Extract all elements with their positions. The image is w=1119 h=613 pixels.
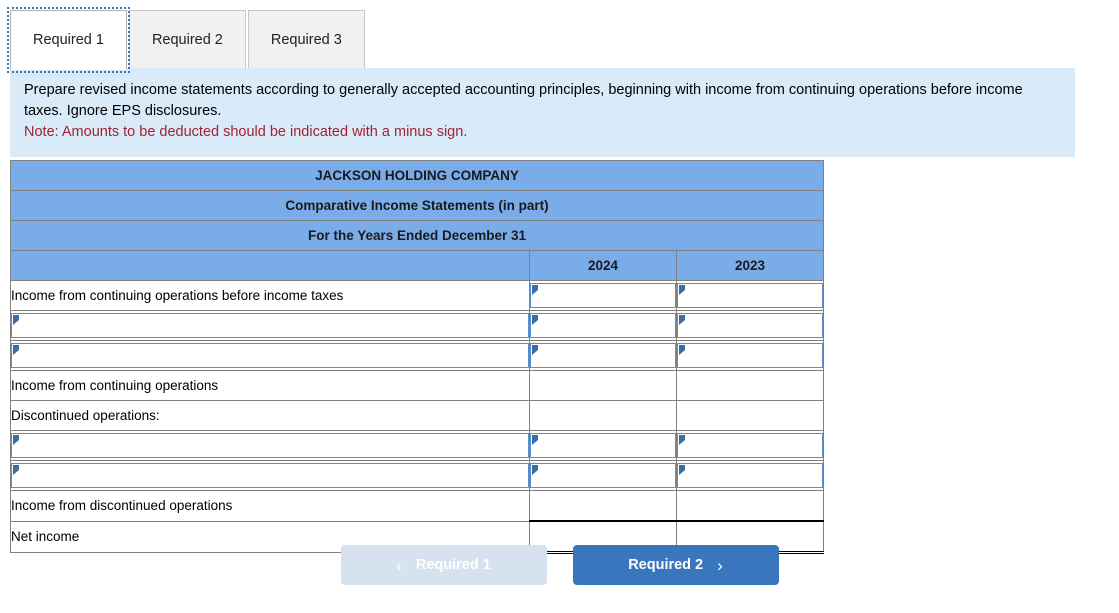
table-row [10, 460, 825, 491]
statement-subtitle: Comparative Income Statements (in part) [9, 190, 825, 221]
tab-required-1[interactable]: Required 1 [7, 7, 130, 73]
tab-required-3-label: Required 3 [270, 32, 342, 48]
amount-input-2024[interactable] [529, 340, 677, 371]
table-row [10, 340, 825, 371]
row-label-select[interactable] [10, 460, 530, 491]
dropdown-caret-icon [532, 435, 538, 445]
required-tabs: Required 1 Required 2 Required 3 [7, 7, 367, 73]
statement-year-header-row: 2024 2023 [10, 250, 825, 281]
table-row: Discontinued operations: [10, 400, 825, 431]
prev-requirement-label: Required 1 [415, 557, 491, 573]
row-label-select[interactable] [10, 430, 530, 461]
statement-period: For the Years Ended December 31 [9, 220, 825, 251]
dropdown-caret-icon [679, 435, 685, 445]
table-row: Income from continuing operations [10, 370, 825, 401]
table-row [10, 310, 825, 341]
amount-input-2023[interactable] [675, 310, 825, 341]
tab-required-3[interactable]: Required 3 [247, 10, 365, 70]
table-row [10, 430, 825, 461]
statement-company-name: JACKSON HOLDING COMPANY [9, 160, 825, 191]
tab-required-2-label: Required 2 [151, 32, 223, 48]
dropdown-caret-icon [679, 285, 685, 295]
amount-input-2024[interactable] [529, 460, 677, 491]
dropdown-caret-icon [532, 345, 538, 355]
statement-title-row-3: For the Years Ended December 31 [9, 220, 825, 251]
table-row: Income from continuing operations before… [10, 280, 825, 311]
amount-input-2023[interactable] [675, 340, 825, 371]
prev-requirement-button[interactable]: ‹ Required 1 [340, 545, 547, 585]
row-label: Discontinued operations: [10, 400, 530, 431]
requirement-navigation: ‹ Required 1 Required 2 › [0, 545, 1119, 585]
column-header-2023: 2023 [675, 250, 825, 281]
tab-required-1-label: Required 1 [33, 32, 104, 48]
income-statement-table: JACKSON HOLDING COMPANY Comparative Inco… [9, 160, 825, 554]
row-label: Income from continuing operations [10, 370, 530, 401]
dropdown-caret-icon [532, 465, 538, 475]
dropdown-caret-icon [679, 315, 685, 325]
amount-cell-2023 [675, 490, 825, 522]
chevron-left-icon: ‹ [396, 555, 402, 575]
amount-input-2023[interactable] [675, 430, 825, 461]
dropdown-caret-icon [13, 465, 19, 475]
dropdown-caret-icon [532, 315, 538, 325]
amount-input-2024[interactable] [529, 430, 677, 461]
dropdown-caret-icon [13, 315, 19, 325]
amount-input-2024[interactable] [529, 280, 677, 311]
dropdown-caret-icon [679, 465, 685, 475]
chevron-right-icon: › [717, 555, 723, 575]
year-header-spacer [10, 250, 530, 281]
dropdown-caret-icon [679, 345, 685, 355]
instructions-note: Note: Amounts to be deducted should be i… [24, 124, 468, 141]
instructions-body: Prepare revised income statements accord… [24, 82, 1023, 120]
column-header-2024: 2024 [529, 250, 677, 281]
next-requirement-button[interactable]: Required 2 › [572, 545, 779, 585]
next-requirement-label: Required 2 [628, 557, 704, 573]
amount-cell-2023 [675, 400, 825, 431]
row-label-select[interactable] [10, 310, 530, 341]
dropdown-caret-icon [13, 435, 19, 445]
amount-cell-2024 [529, 490, 677, 522]
dropdown-caret-icon [532, 285, 538, 295]
statement-title-row-1: JACKSON HOLDING COMPANY [9, 160, 825, 191]
amount-input-2023[interactable] [675, 280, 825, 311]
amount-input-2023[interactable] [675, 460, 825, 491]
dropdown-caret-icon [13, 345, 19, 355]
row-label: Income from discontinued operations [10, 490, 530, 522]
tab-required-2[interactable]: Required 2 [128, 10, 246, 70]
statement-title-row-2: Comparative Income Statements (in part) [9, 190, 825, 221]
amount-cell-2024 [529, 370, 677, 401]
instructions-panel: Prepare revised income statements accord… [10, 68, 1075, 158]
amount-cell-2024 [529, 400, 677, 431]
table-row: Income from discontinued operations [10, 490, 825, 522]
row-label-select[interactable] [10, 340, 530, 371]
amount-cell-2023 [675, 370, 825, 401]
row-label: Income from continuing operations before… [10, 280, 530, 311]
amount-input-2024[interactable] [529, 310, 677, 341]
